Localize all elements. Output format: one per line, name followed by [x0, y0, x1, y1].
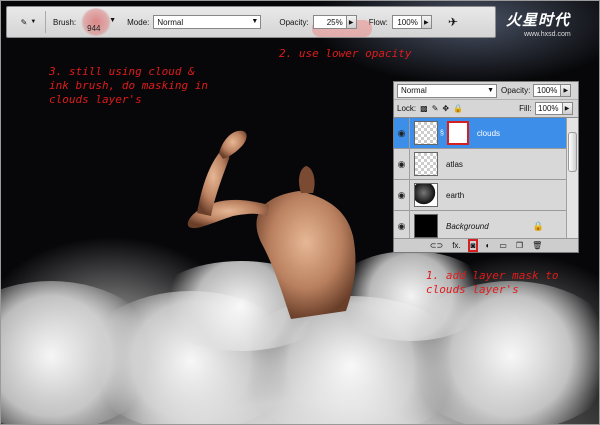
layers-scrollbar[interactable] [566, 118, 578, 242]
layer-thumbnail [414, 214, 438, 238]
layer-row-atlas[interactable]: ◉ atlas [394, 148, 566, 180]
annotation-step2: 2. use lower opacity [279, 47, 412, 60]
chain-link-icon[interactable]: § [440, 130, 444, 137]
chevron-down-icon: ▼ [487, 86, 494, 94]
eye-icon[interactable]: ◉ [394, 179, 410, 211]
layer-thumbnail [414, 121, 438, 145]
tool-preset-picker[interactable]: ✎ ▼ [12, 11, 46, 33]
logo-text: 火星时代 [506, 12, 571, 29]
layer-thumbnail [414, 183, 438, 207]
layers-blend-row: Normal ▼ Opacity: 100% ▶ [394, 82, 578, 100]
layer-name: earth [446, 190, 465, 200]
layer-name: Background [446, 221, 489, 231]
layer-opacity-value: 100% [536, 86, 558, 95]
eye-icon[interactable]: ◉ [394, 117, 410, 149]
chevron-down-icon: ▼ [30, 19, 37, 25]
layer-name: atlas [446, 159, 463, 169]
annotation-step1: 1. add layer mask to clouds layer's [426, 269, 558, 297]
brush-tool-icon: ✎ [20, 17, 28, 27]
mode-select[interactable]: Normal ▼ [153, 15, 262, 29]
lock-paint-icon[interactable]: ✎ [432, 104, 439, 113]
layer-style-button[interactable]: fx. [452, 241, 460, 250]
lock-move-icon[interactable]: ✥ [442, 104, 449, 113]
annotation-step3-line3: clouds layer's [49, 93, 142, 106]
trash-icon[interactable]: 🗑 [532, 241, 542, 250]
eye-icon[interactable]: ◉ [394, 148, 410, 180]
mode-label: Mode: [127, 17, 150, 27]
tool-options-bar: ✎ ▼ Brush: 944 ▼ Mode: Normal ▼ Opacity:… [6, 6, 496, 38]
link-layers-icon[interactable]: ⊂⊃ [430, 241, 443, 250]
lock-all-icon[interactable]: 🔒 [453, 104, 463, 113]
fill-label: Fill: [519, 104, 532, 113]
eye-icon[interactable]: ◉ [394, 210, 410, 242]
layer-mask-thumbnail[interactable] [446, 121, 469, 145]
opacity-slider-button[interactable]: ▶ [346, 15, 357, 29]
layer-name: clouds [476, 128, 501, 138]
fill-input[interactable]: 100% [534, 102, 563, 115]
lock-transparency-icon[interactable]: ▩ [420, 104, 428, 113]
adjustment-layer-icon[interactable]: ◐ [485, 241, 490, 250]
annotation-step1-line2: clouds layer's [426, 283, 519, 296]
airbrush-icon[interactable]: ✈ [448, 15, 458, 29]
layers-footer: ⊂⊃ fx. ◙ ◐ ▭ ❐ 🗑 [394, 238, 578, 252]
fill-value: 100% [538, 104, 559, 113]
opacity-label: Opacity: [279, 17, 309, 27]
new-layer-icon[interactable]: ❐ [516, 241, 523, 250]
layer-opacity-input[interactable]: 100% [533, 84, 562, 97]
opacity-input[interactable]: 25% [312, 15, 347, 29]
flow-input[interactable]: 100% [391, 15, 422, 29]
flow-slider-button[interactable]: ▶ [421, 15, 432, 29]
blend-mode-select[interactable]: Normal ▼ [397, 83, 497, 98]
brush-size: 944 [87, 24, 101, 33]
lock-label: Lock: [397, 104, 417, 113]
layer-row-earth[interactable]: ◉ earth [394, 179, 566, 211]
brush-picker[interactable]: 944 ▼ [79, 8, 117, 36]
chevron-down-icon: ▼ [109, 17, 117, 24]
layers-lock-row: Lock: ▩ ✎ ✥ 🔒 Fill: 100% ▶ [394, 100, 578, 118]
screenshot-frame: ✎ ▼ Brush: 944 ▼ Mode: Normal ▼ Opacity:… [0, 0, 600, 425]
layer-opacity-label: Opacity: [501, 86, 531, 95]
fill-slider-button[interactable]: ▶ [562, 102, 573, 115]
layer-opacity-slider-button[interactable]: ▶ [561, 84, 572, 97]
layer-row-clouds[interactable]: ◉ § clouds [394, 117, 566, 149]
layer-thumbnail [414, 152, 438, 176]
annotation-step3-line1: 3. still using cloud & [49, 65, 195, 78]
flow-value: 100% [397, 17, 418, 27]
annotation-step3: 3. still using cloud & ink brush, do mas… [49, 65, 208, 107]
annotation-step3-line2: ink brush, do masking in [49, 79, 208, 92]
brush-label: Brush: [53, 17, 77, 27]
site-logo: 火星时代 www.hxsd.com [506, 9, 596, 38]
group-folder-icon[interactable]: ▭ [499, 241, 507, 250]
layers-panel: Normal ▼ Opacity: 100% ▶ Lock: ▩ ✎ ✥ 🔒 F… [393, 81, 579, 253]
scrollbar-thumb[interactable] [568, 132, 577, 172]
opacity-value: 25% [326, 17, 343, 27]
mode-value: Normal [157, 17, 184, 27]
logo-url: www.hxsd.com [524, 31, 571, 38]
blend-mode-value: Normal [401, 86, 427, 95]
chevron-down-icon: ▼ [251, 18, 259, 25]
add-layer-mask-icon[interactable]: ◙ [467, 239, 479, 252]
annotation-step1-line1: 1. add layer mask to [426, 269, 559, 282]
lock-icon: 🔒 [532, 221, 544, 231]
